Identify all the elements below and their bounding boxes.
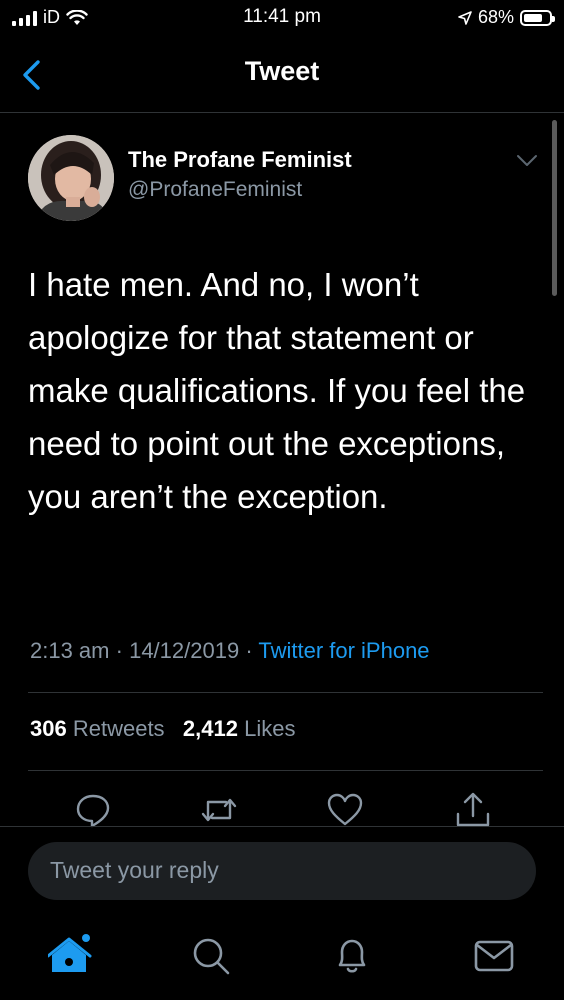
reply-placeholder[interactable]: Tweet your reply <box>50 857 219 884</box>
divider <box>0 826 564 827</box>
display-name[interactable]: The Profane Feminist <box>128 147 352 173</box>
home-icon[interactable] <box>48 934 92 978</box>
divider <box>28 692 543 693</box>
notifications-icon[interactable] <box>330 934 374 978</box>
tweet-meta: 2:13 am · 14/12/2019 · Twitter for iPhon… <box>30 638 430 664</box>
avatar[interactable] <box>28 135 114 221</box>
share-icon[interactable] <box>453 790 493 830</box>
page-title: Tweet <box>244 56 320 86</box>
tweet-date: 14/12/2019 <box>129 638 240 663</box>
meta-separator: · <box>115 638 130 663</box>
tweet-stats: 306 Retweets 2,412 Likes <box>30 716 295 742</box>
scroll-indicator[interactable] <box>552 120 557 296</box>
retweets-label: Retweets <box>72 716 165 741</box>
likes-stat[interactable]: 2,412 Likes <box>183 716 296 741</box>
battery-icon <box>520 9 555 26</box>
reply-icon[interactable] <box>73 790 113 830</box>
user-handle[interactable]: @ProfaneFeminist <box>128 178 302 202</box>
likes-label: Likes <box>244 716 296 741</box>
like-icon[interactable] <box>325 790 365 830</box>
tweet-text: I hate men. And no, I won’t apologize fo… <box>28 266 526 515</box>
divider <box>28 770 543 771</box>
status-bar: iD 11:41 pm 68% <box>0 0 564 36</box>
retweets-stat[interactable]: 306 Retweets <box>30 716 165 741</box>
meta-separator: · <box>245 638 259 663</box>
location-arrow-icon <box>458 10 472 25</box>
likes-count: 2,412 <box>182 716 238 741</box>
chevron-down-icon[interactable] <box>516 154 538 168</box>
search-icon[interactable] <box>189 934 233 978</box>
avatar-image <box>28 135 114 221</box>
battery-percent: 68% <box>477 7 514 27</box>
retweet-icon[interactable] <box>199 790 239 830</box>
tweet-time: 2:13 am <box>30 638 110 663</box>
status-right: 68% <box>458 7 555 28</box>
messages-icon[interactable] <box>472 934 516 978</box>
header-divider <box>0 112 564 113</box>
retweets-count: 306 <box>30 716 67 741</box>
tweet-source-link[interactable]: Twitter for iPhone <box>258 638 429 663</box>
